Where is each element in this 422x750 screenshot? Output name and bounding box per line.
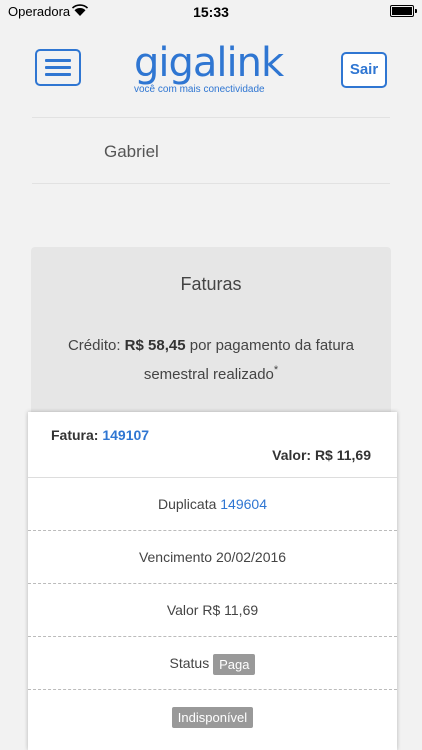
gigalink-logo: gigalink você com mais conectividade	[130, 41, 300, 101]
invoices-title: Faturas	[180, 274, 242, 294]
divider	[32, 183, 390, 184]
credit-text: Crédito: R$ 58,45 por pagamento da fatur…	[51, 333, 371, 387]
battery-icon	[390, 5, 417, 17]
divider	[32, 117, 390, 118]
status-label: Status	[169, 655, 210, 671]
status-row: Status Paga	[28, 637, 397, 690]
credit-prefix: Crédito:	[67, 337, 121, 354]
duplicate-row: Duplicata 149604	[28, 478, 397, 531]
invoice-header: Fatura: 149107 Valor: R$ 11,69	[28, 412, 397, 478]
availability-badge[interactable]: Indisponível	[171, 706, 254, 728]
invoice-label: Fatura:	[51, 427, 99, 443]
logo-word: gigalink	[134, 40, 284, 86]
credit-footnote-mark: *	[273, 364, 279, 376]
amount-text: Valor R$ 11,69	[166, 602, 259, 618]
amount-row: Valor R$ 11,69	[28, 584, 397, 637]
availability-row: Indisponível	[28, 690, 397, 743]
due-date-row: Vencimento 20/02/2016	[28, 531, 397, 584]
hamburger-icon	[45, 59, 71, 62]
logo-tagline: você com mais conectividade	[134, 84, 265, 95]
due-date-text: Vencimento 20/02/2016	[138, 549, 287, 565]
menu-button[interactable]	[35, 49, 81, 86]
hamburger-line	[45, 66, 71, 69]
hamburger-line	[45, 73, 71, 76]
credit-amount: R$ 58,45	[124, 337, 186, 354]
invoice-number: Fatura: 149107	[51, 427, 149, 443]
clock: 15:33	[193, 4, 229, 20]
invoices-summary-card: Faturas Crédito: R$ 58,45 por pagamento …	[31, 247, 391, 417]
duplicate-number-link[interactable]: 149604	[220, 496, 267, 512]
duplicate-label: Duplicata	[158, 496, 217, 512]
invoice-detail-panel: Fatura: 149107 Valor: R$ 11,69 Duplicata…	[28, 412, 397, 750]
status-badge: Paga	[213, 653, 256, 675]
status-bar: Operadora 15:33	[0, 0, 422, 22]
logout-button[interactable]: Sair	[341, 52, 387, 88]
invoice-value: Valor: R$ 11,69	[272, 447, 371, 463]
invoice-number-link[interactable]: 149107	[102, 427, 149, 443]
user-name: Gabriel	[104, 142, 159, 161]
